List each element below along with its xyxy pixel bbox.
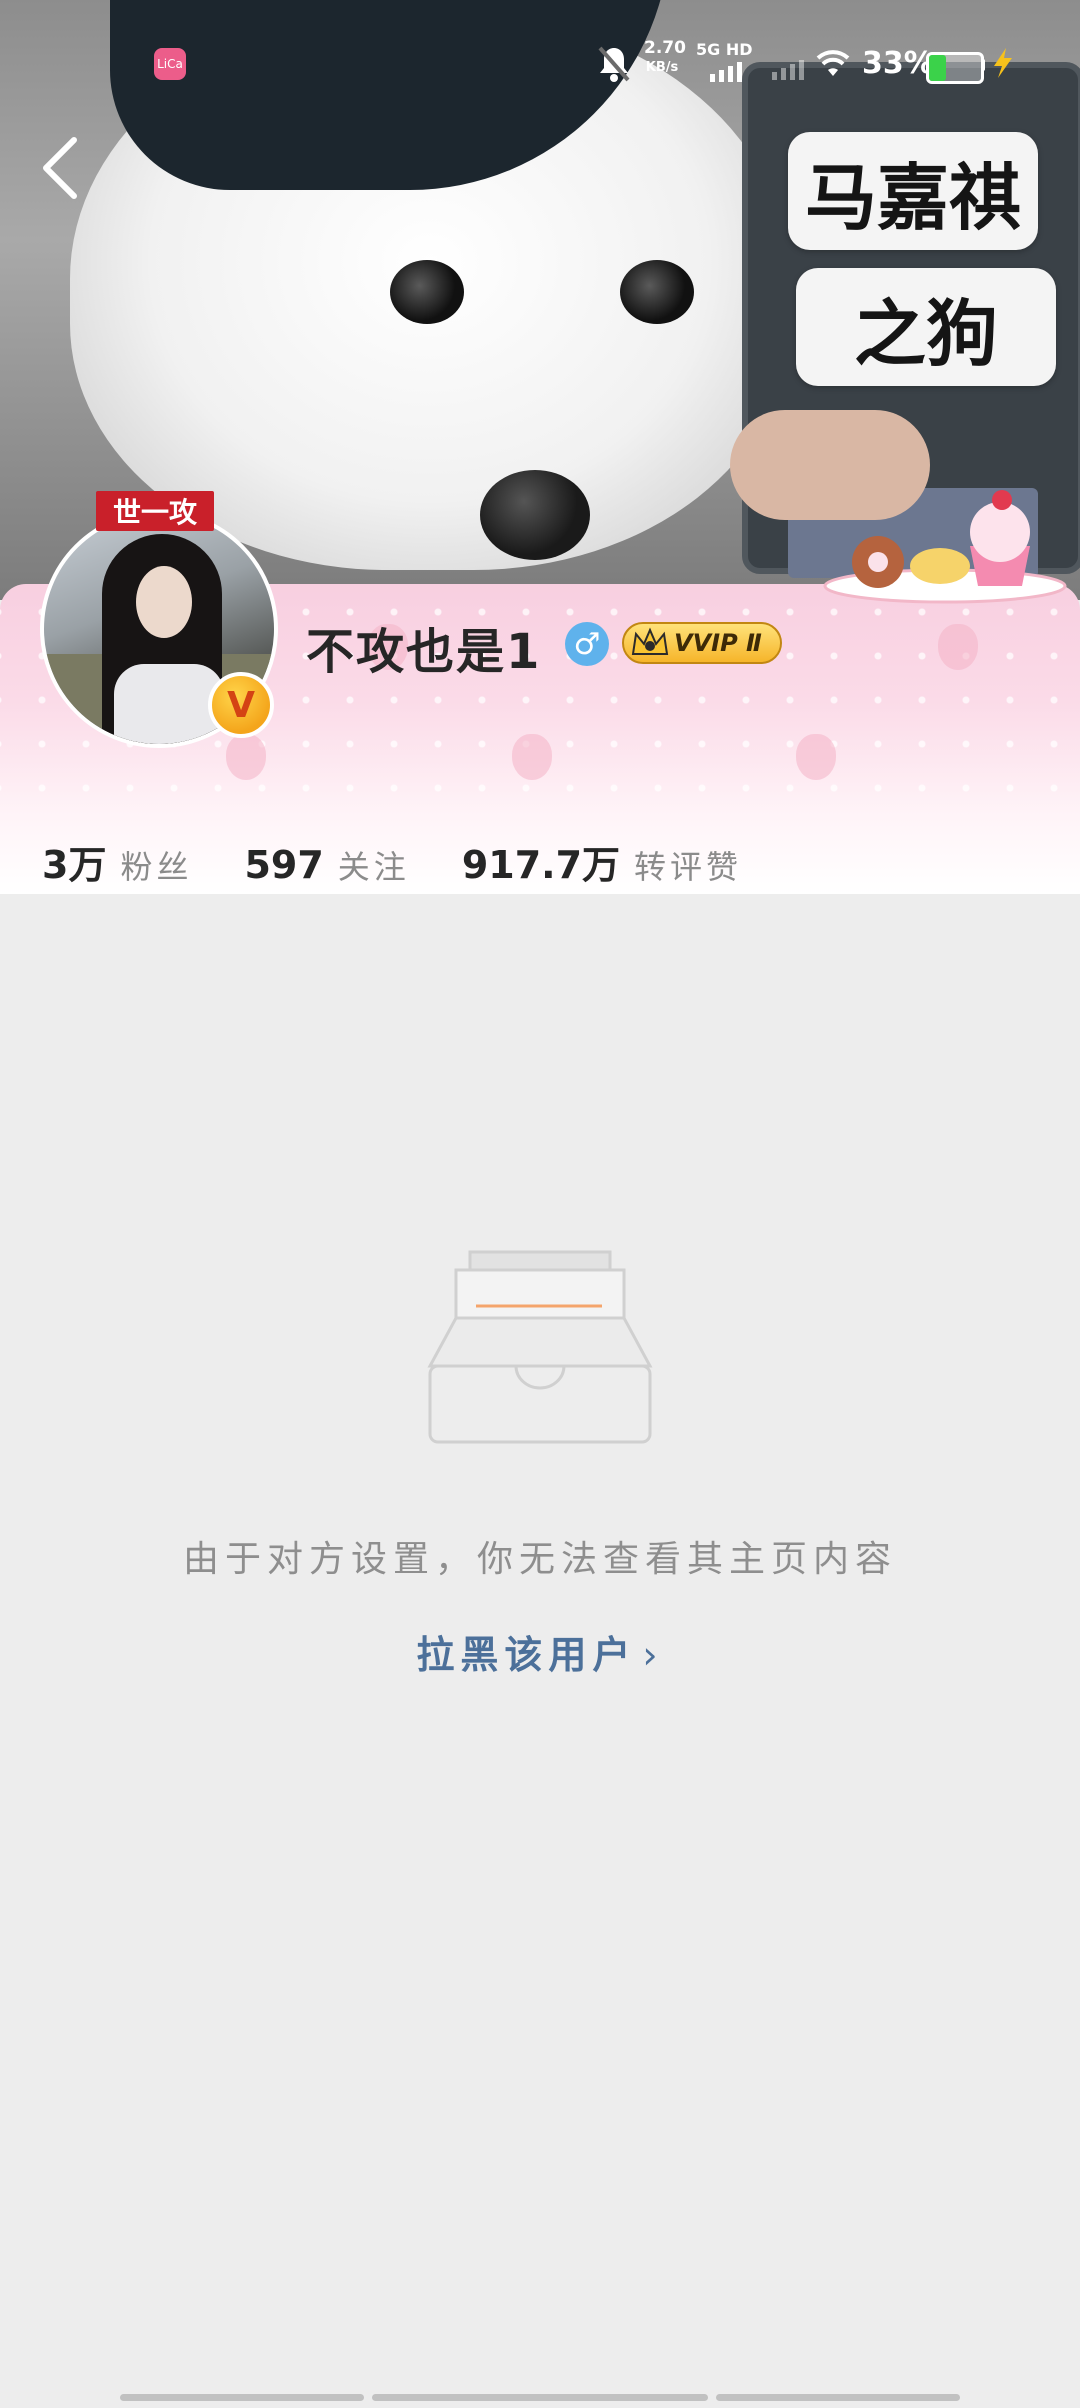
dog-eye-right: [620, 260, 694, 324]
stat-value: 597: [244, 843, 324, 887]
stat-label: 关注: [337, 848, 410, 886]
signal-2-icon: [772, 60, 804, 80]
verified-badge-icon: V: [208, 672, 274, 738]
network-type: 5G HD: [696, 40, 753, 59]
male-icon: ♂: [565, 622, 609, 666]
restricted-message: 由于对方设置，你无法查看其主页内容: [182, 1539, 897, 1580]
mute-bell-icon: [598, 46, 630, 82]
net-speed: 2.70 KB/s: [644, 38, 686, 78]
nav-gesture-bar[interactable]: [716, 2394, 960, 2401]
stat-value: 3万: [42, 843, 107, 887]
empty-box-icon: [427, 1250, 653, 1444]
dog-nose: [480, 470, 590, 560]
strawberry-decoration: [796, 734, 836, 780]
net-speed-value: 2.70: [644, 38, 686, 58]
battery-level: [929, 55, 947, 81]
stat-following[interactable]: 597 关注: [244, 842, 409, 888]
nav-gesture-bar[interactable]: [372, 2394, 708, 2401]
username: 不攻也是1: [306, 624, 542, 680]
net-speed-unit: KB/s: [645, 60, 679, 75]
stat-followers[interactable]: 3万 粉丝: [42, 834, 192, 889]
charging-bolt-icon: [994, 48, 1012, 78]
profile-stats: 3万 粉丝 597 关注 917.7万 转评赞: [42, 834, 794, 894]
wifi-icon: [816, 50, 850, 76]
avatar-tag: 世一攻: [96, 491, 214, 531]
vip-label: VVIP Ⅱ: [674, 629, 762, 657]
stat-likes[interactable]: 917.7万 转评赞: [462, 834, 742, 889]
chevron-right-icon: ›: [642, 1633, 664, 1677]
strawberry-decoration: [938, 624, 978, 670]
vip-badge[interactable]: VVIP Ⅱ: [622, 622, 782, 664]
block-user-label: 拉黑该用户: [416, 1633, 637, 1677]
stat-value: 917.7万: [461, 843, 621, 887]
battery-tip: [981, 59, 985, 71]
cake-decoration-icon: [823, 490, 1067, 604]
banner-sign-2: 之狗: [796, 268, 1056, 386]
battery-percent: 33%: [862, 46, 934, 81]
crown-icon: [631, 627, 669, 655]
banner-sign-1: 马嘉祺: [788, 132, 1038, 250]
block-user-link[interactable]: 拉黑该用户 ›: [0, 1624, 1080, 1679]
battery-icon: [926, 52, 984, 84]
nav-gesture-bar[interactable]: [120, 2394, 364, 2401]
status-bar: LiCa 2.70 KB/s 5G HD 33%: [0, 0, 1080, 120]
signal-icon: [710, 62, 742, 82]
stat-label: 粉丝: [120, 848, 193, 886]
avatar-face: [136, 566, 192, 638]
stat-label: 转评赞: [634, 848, 743, 886]
app-notification-icon: LiCa: [154, 48, 186, 80]
back-arrow-icon[interactable]: [34, 132, 90, 204]
dog-eye-left: [390, 260, 464, 324]
strawberry-decoration: [512, 734, 552, 780]
